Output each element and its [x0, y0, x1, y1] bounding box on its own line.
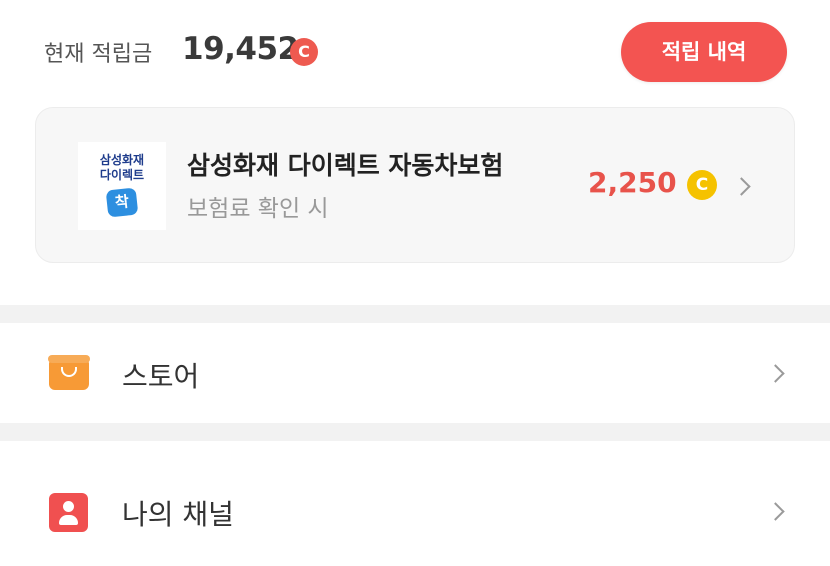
section-divider [0, 423, 830, 441]
logo-badge: 착 [105, 187, 139, 218]
insurance-offer-card[interactable]: 삼성화재 다이렉트 착 삼성화재 다이렉트 자동차보험 보험료 확인 시 2,2… [35, 107, 795, 263]
chevron-right-icon [766, 502, 785, 521]
logo-text-line2: 다이렉트 [99, 168, 145, 182]
logo-text-line1: 삼성화재 [99, 153, 145, 167]
menu-item-store[interactable]: 스토어 [0, 323, 830, 423]
points-label: 현재 적립금 [44, 42, 153, 67]
menu-item-label: 나의 채널 [122, 498, 234, 531]
menu-item-label: 스토어 [122, 360, 200, 393]
coin-icon: C [687, 170, 717, 200]
chevron-right-icon [732, 177, 751, 196]
samsung-fire-logo: 삼성화재 다이렉트 착 [78, 142, 166, 230]
offer-condition: 보험료 확인 시 [187, 196, 329, 222]
chevron-right-icon [766, 364, 785, 383]
points-header: 현재 적립금 19,452 C 적립 내역 [0, 0, 830, 100]
section-divider [0, 305, 830, 323]
offer-title: 삼성화재 다이렉트 자동차보험 [187, 151, 504, 180]
offer-reward-amount: 2,250 [588, 166, 677, 199]
points-history-button[interactable]: 적립 내역 [621, 22, 787, 82]
shopping-bag-icon [48, 355, 90, 390]
coin-icon: C [290, 38, 318, 66]
person-icon [49, 493, 88, 532]
points-balance: 19,452 [182, 31, 299, 67]
menu-item-my-channel[interactable]: 나의 채널 [0, 441, 830, 566]
